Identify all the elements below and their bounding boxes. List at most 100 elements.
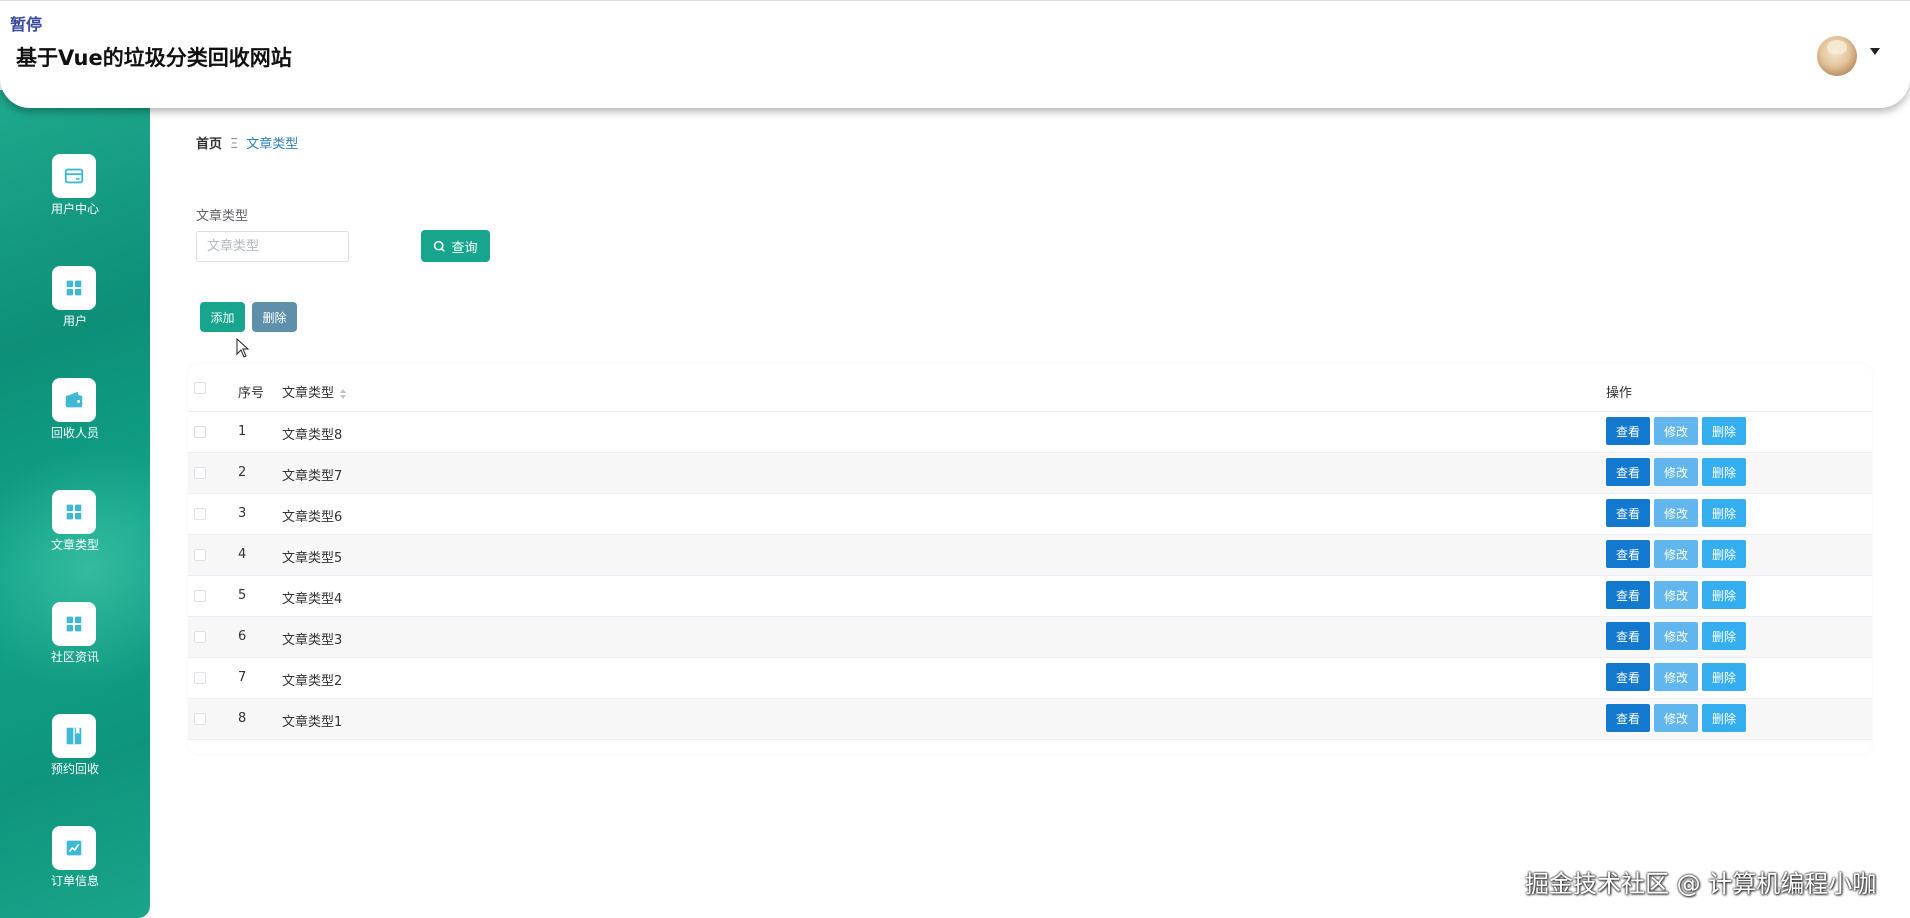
grid-icon-box [52, 490, 96, 534]
query-button-label: 查询 [451, 240, 478, 256]
column-header-type[interactable]: 文章类型 [282, 382, 347, 401]
view-button[interactable]: 查看 [1606, 540, 1650, 568]
edit-button[interactable]: 修改 [1654, 540, 1698, 568]
top-header: 暂停 基于Vue的垃圾分类回收网站 [0, 0, 1910, 108]
row-index: 7 [238, 670, 247, 685]
row-checkbox[interactable] [194, 508, 206, 520]
sidebar-item-label: 回收人员 [50, 426, 99, 440]
sidebar-item-user-center[interactable]: 用户中心 [0, 154, 150, 234]
view-button[interactable]: 查看 [1606, 663, 1650, 691]
row-index: 6 [238, 629, 247, 644]
row-type: 文章类型4 [282, 592, 343, 607]
row-index: 5 [238, 588, 247, 603]
table-row: 8 文章类型1 查看 修改 删除 [188, 699, 1872, 740]
column-header-actions: 操作 [1606, 386, 1633, 401]
sidebar-item-label: 用户 [62, 314, 87, 328]
view-button[interactable]: 查看 [1606, 581, 1650, 609]
table-row: 6 文章类型3 查看 修改 删除 [188, 617, 1872, 658]
filter-label: 文章类型 [196, 209, 249, 224]
breadcrumb-home[interactable]: 首页 [196, 137, 222, 152]
row-checkbox[interactable] [194, 549, 206, 561]
edit-button[interactable]: 修改 [1654, 458, 1698, 486]
delete-button[interactable]: 删除 [1702, 540, 1746, 568]
breadcrumb-separator: Ξ [230, 137, 239, 152]
delete-button[interactable]: 删除 [1702, 499, 1746, 527]
sidebar-item-label: 订单信息 [50, 874, 99, 888]
mouse-cursor-icon [236, 338, 250, 358]
edit-button[interactable]: 修改 [1654, 499, 1698, 527]
row-type: 文章类型5 [282, 551, 343, 566]
row-index: 2 [238, 465, 247, 480]
chart-icon-box [52, 826, 96, 870]
table-header-row: 序号 文章类型 操作 [188, 364, 1872, 412]
delete-button[interactable]: 删除 [1702, 417, 1746, 445]
table-row: 4 文章类型5 查看 修改 删除 [188, 535, 1872, 576]
table-row: 1 文章类型8 查看 修改 删除 [188, 412, 1872, 453]
view-button[interactable]: 查看 [1606, 499, 1650, 527]
card-icon-box [52, 154, 96, 198]
row-checkbox[interactable] [194, 590, 206, 602]
card-icon [64, 168, 84, 184]
view-button[interactable]: 查看 [1606, 417, 1650, 445]
article-type-search-input[interactable] [196, 231, 349, 262]
edit-button[interactable]: 修改 [1654, 622, 1698, 650]
sidebar-item-label: 用户中心 [50, 202, 99, 216]
view-button[interactable]: 查看 [1606, 704, 1650, 732]
row-type: 文章类型8 [282, 428, 343, 443]
row-type: 文章类型3 [282, 633, 343, 648]
chart-icon [66, 840, 82, 856]
delete-button[interactable]: 删除 [1702, 622, 1746, 650]
row-checkbox[interactable] [194, 713, 206, 725]
column-header-index: 序号 [238, 386, 265, 401]
avatar[interactable] [1817, 36, 1857, 76]
edit-button[interactable]: 修改 [1654, 581, 1698, 609]
wallet-icon-box [52, 378, 96, 422]
table-row: 7 文章类型2 查看 修改 删除 [188, 658, 1872, 699]
delete-button[interactable]: 删除 [1702, 663, 1746, 691]
sidebar-item-label: 文章类型 [50, 538, 99, 552]
sidebar-item-users[interactable]: 用户 [0, 266, 150, 346]
view-button[interactable]: 查看 [1606, 458, 1650, 486]
row-index: 4 [238, 547, 247, 562]
row-checkbox[interactable] [194, 426, 206, 438]
delete-button[interactable]: 删除 [1702, 458, 1746, 486]
view-button[interactable]: 查看 [1606, 622, 1650, 650]
add-button[interactable]: 添加 [200, 302, 245, 332]
delete-button[interactable]: 删除 [1702, 704, 1746, 732]
grid-icon [66, 504, 82, 520]
wallet-icon [65, 391, 83, 408]
delete-button[interactable]: 删除 [1702, 581, 1746, 609]
breadcrumb-current: 文章类型 [246, 137, 299, 152]
batch-delete-button[interactable]: 删除 [252, 302, 297, 332]
site-title: 基于Vue的垃圾分类回收网站 [16, 46, 292, 70]
sidebar-item-recyclers[interactable]: 回收人员 [0, 378, 150, 458]
pause-label: 暂停 [10, 15, 43, 34]
sidebar-item-article-types[interactable]: 文章类型 [0, 490, 150, 570]
grid-icon [66, 280, 82, 296]
row-checkbox[interactable] [194, 467, 206, 479]
row-type: 文章类型2 [282, 674, 343, 689]
row-checkbox[interactable] [194, 631, 206, 643]
row-checkbox[interactable] [194, 672, 206, 684]
sort-icon[interactable] [339, 388, 347, 400]
watermark: 掘金技术社区 @ 计算机编程小咖 [1525, 870, 1877, 898]
breadcrumb: 首页 Ξ 文章类型 [196, 133, 298, 152]
sidebar-item-booking[interactable]: 预约回收 [0, 714, 150, 794]
row-type: 文章类型7 [282, 469, 343, 484]
edit-button[interactable]: 修改 [1654, 663, 1698, 691]
sidebar: 用户中心 用户 回收人员 文章类型 社区资讯 预约回收 订单信息 [0, 90, 150, 918]
column-header-type-label: 文章类型 [282, 386, 335, 401]
edit-button[interactable]: 修改 [1654, 704, 1698, 732]
table-row: 5 文章类型4 查看 修改 删除 [188, 576, 1872, 617]
book-icon-box [52, 714, 96, 758]
query-button[interactable]: 查询 [421, 230, 490, 262]
edit-button[interactable]: 修改 [1654, 417, 1698, 445]
select-all-checkbox[interactable] [194, 382, 206, 394]
sidebar-item-orders[interactable]: 订单信息 [0, 826, 150, 906]
row-type: 文章类型6 [282, 510, 343, 525]
sidebar-item-community-news[interactable]: 社区资讯 [0, 602, 150, 682]
table-row: 2 文章类型7 查看 修改 删除 [188, 453, 1872, 494]
caret-down-icon[interactable] [1870, 48, 1880, 55]
article-type-table: 序号 文章类型 操作 1 文章类型8 查看 修改 删除 2 文章类型7 查看 修… [188, 364, 1872, 754]
row-index: 3 [238, 506, 247, 521]
